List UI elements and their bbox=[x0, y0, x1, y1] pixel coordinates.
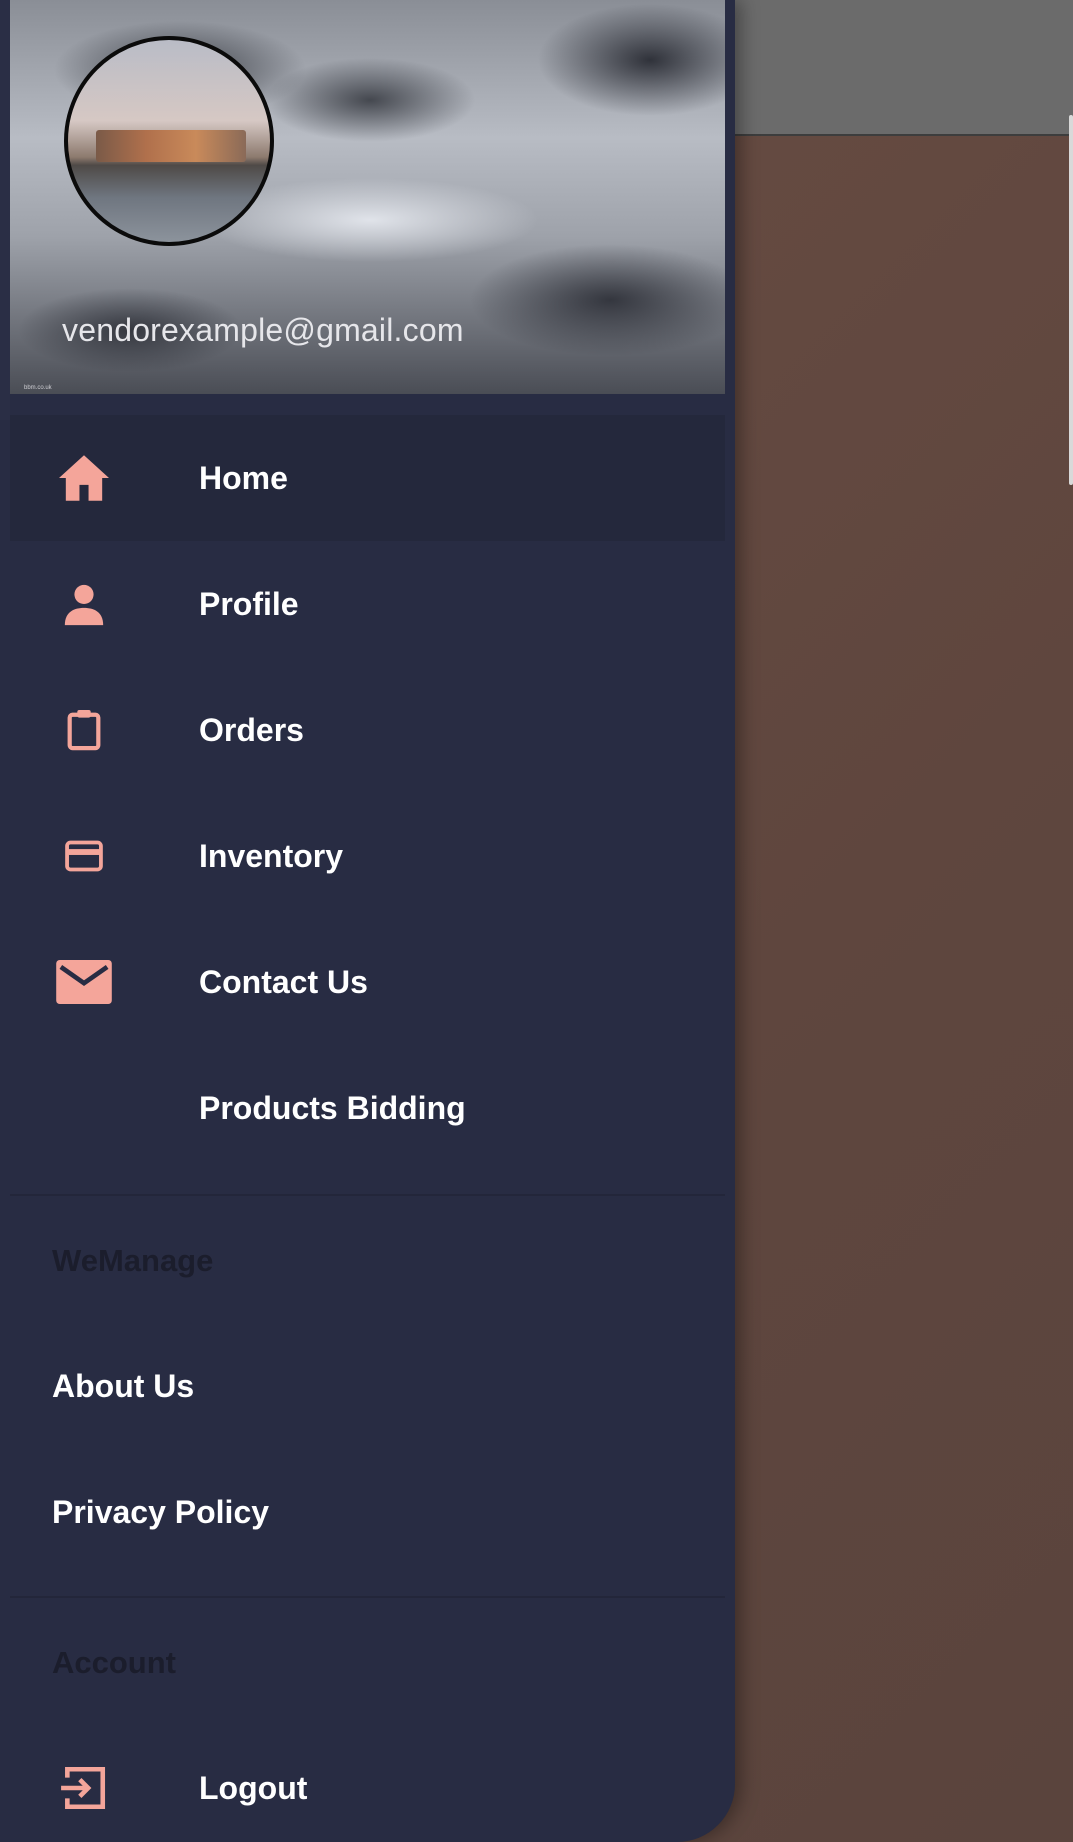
clipboard-icon bbox=[54, 700, 114, 760]
section-divider bbox=[10, 1194, 725, 1196]
nav-item-home[interactable]: Home bbox=[10, 415, 725, 541]
nav-item-products-bidding[interactable]: Products Bidding bbox=[10, 1045, 725, 1171]
nav-item-label: Contact Us bbox=[199, 963, 368, 1000]
person-icon bbox=[54, 574, 114, 634]
card-icon bbox=[54, 826, 114, 886]
nav-item-contact-us[interactable]: Contact Us bbox=[10, 919, 725, 1045]
nav-item-label: Logout bbox=[199, 1769, 308, 1806]
nav-item-inventory[interactable]: Inventory bbox=[10, 793, 725, 919]
scroll-edge-indicator bbox=[1069, 115, 1073, 485]
section-title-account: Account bbox=[52, 1645, 176, 1680]
mail-icon bbox=[54, 952, 114, 1012]
nav-item-privacy-policy[interactable]: Privacy Policy bbox=[52, 1494, 269, 1531]
avatar[interactable] bbox=[64, 36, 274, 246]
navigation-drawer: vendorexample@gmail.com bbm.co.uk Home P… bbox=[0, 0, 735, 1842]
avatar-photo-detail bbox=[96, 130, 246, 162]
user-email: vendorexample@gmail.com bbox=[62, 312, 464, 348]
nav-item-about-us[interactable]: About Us bbox=[52, 1368, 194, 1405]
nav-item-label: Home bbox=[199, 459, 288, 496]
nav-item-label: Orders bbox=[199, 711, 304, 748]
drawer-edge bbox=[0, 0, 10, 420]
nav-item-label: Products Bidding bbox=[199, 1089, 466, 1126]
section-divider bbox=[10, 1596, 725, 1598]
nav-item-label: Profile bbox=[199, 585, 299, 622]
home-icon bbox=[54, 448, 114, 508]
drawer-header: vendorexample@gmail.com bbm.co.uk bbox=[10, 0, 725, 394]
nav-item-orders[interactable]: Orders bbox=[10, 667, 725, 793]
image-credit: bbm.co.uk bbox=[24, 385, 52, 391]
section-title-wemanage: WeManage bbox=[52, 1243, 214, 1278]
nav-item-logout[interactable]: Logout bbox=[10, 1725, 725, 1842]
nav-item-label: Inventory bbox=[199, 837, 344, 874]
logout-icon bbox=[54, 1758, 114, 1818]
nav-item-profile[interactable]: Profile bbox=[10, 541, 725, 667]
